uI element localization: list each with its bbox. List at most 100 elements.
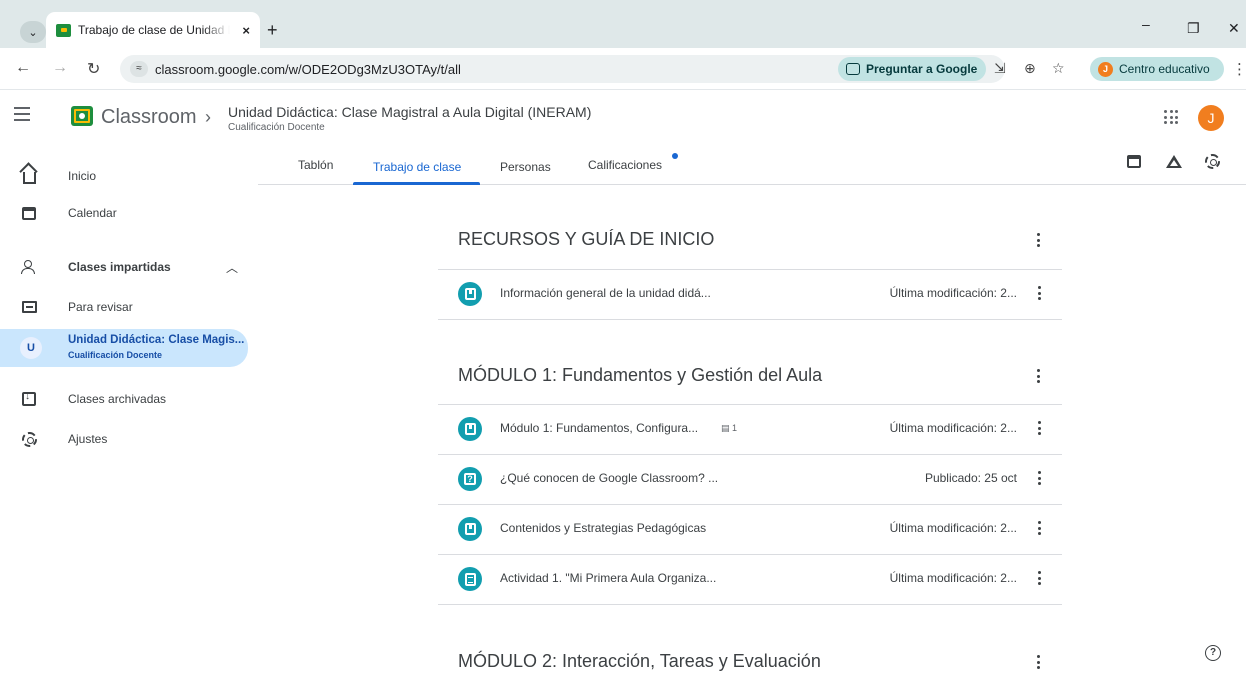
item-meta: Última modificación: 2... — [889, 521, 1017, 535]
ask-google-button[interactable]: Preguntar a Google — [838, 57, 987, 81]
profile-avatar: J — [1098, 61, 1113, 77]
forward-icon[interactable]: → — [52, 59, 68, 77]
sidebar-item-para-revisar[interactable]: Para revisar — [0, 290, 248, 324]
item-title: Actividad 1. "Mi Primera Aula Organiza..… — [500, 571, 717, 585]
question-icon: ? — [458, 467, 482, 491]
tab-personas[interactable]: Personas — [500, 160, 551, 174]
chevron-up-icon[interactable]: ︿ — [226, 259, 238, 276]
topic-more-icon[interactable] — [1037, 655, 1040, 672]
tab-search-icon[interactable]: ⌄ — [20, 21, 46, 43]
comment-count: ▤ 1 — [721, 423, 738, 433]
drive-icon[interactable] — [1166, 155, 1182, 171]
tab-tablon[interactable]: Tablón — [298, 158, 333, 172]
sidebar-item-label: Unidad Didáctica: Clase Magis... — [68, 334, 245, 346]
list-item[interactable]: Información general de la unidad didá...… — [438, 269, 1062, 319]
tab-close-icon[interactable]: × — [242, 23, 250, 38]
list-item[interactable]: ? ¿Qué conocen de Google Classroom? ... … — [438, 454, 1062, 504]
calendar-icon — [21, 205, 37, 221]
item-meta: Publicado: 25 oct — [924, 471, 1017, 485]
list-item[interactable]: Actividad 1. "Mi Primera Aula Organiza..… — [438, 554, 1062, 604]
restore-icon[interactable]: ❐ — [1187, 20, 1200, 37]
archive-icon — [21, 391, 37, 407]
browser-tabbar: ⌄ Trabajo de clase de Unidad Didác × + –… — [0, 0, 1246, 48]
reload-icon[interactable]: ↻ — [87, 59, 100, 79]
sidebar-item-label: Inicio — [68, 169, 97, 183]
google-apps-icon[interactable] — [1164, 110, 1178, 124]
site-info-icon[interactable]: ≈ — [130, 61, 148, 77]
main-menu-icon[interactable] — [14, 107, 30, 121]
browser-profile-chip[interactable]: J Centro educativo — [1090, 57, 1224, 81]
ask-google-label: Preguntar a Google — [866, 62, 978, 76]
sidebar-item-clases-impartidas[interactable]: Clases impartidas ︿ — [0, 250, 248, 284]
item-meta: Última modificación: 2... — [889, 286, 1017, 300]
item-meta: Última modificación: 2... — [889, 421, 1017, 435]
material-icon — [458, 417, 482, 441]
item-more-icon[interactable] — [1038, 471, 1041, 488]
classroom-favicon-icon — [56, 23, 71, 37]
install-app-icon[interactable]: ⇲ — [994, 60, 1006, 77]
zoom-icon[interactable]: ⊕ — [1024, 60, 1036, 77]
topic-title[interactable]: RECURSOS Y GUÍA DE INICIO — [458, 229, 714, 250]
calendar-icon[interactable] — [1127, 155, 1143, 171]
topic-title[interactable]: MÓDULO 2: Interacción, Tareas y Evaluaci… — [458, 651, 821, 672]
window-close-icon[interactable]: ✕ — [1228, 20, 1240, 37]
breadcrumb-chevron-icon: › — [205, 107, 211, 127]
classroom-logo-icon[interactable] — [71, 106, 93, 126]
course-subtitle: Cualificación Docente — [228, 122, 325, 133]
sidebar-item-clases-archivadas[interactable]: Clases archivadas — [0, 382, 248, 416]
folder-icon — [21, 299, 37, 315]
profile-label: Centro educativo — [1119, 62, 1210, 76]
sidebar-item-current-class[interactable]: U Unidad Didáctica: Clase Magis... Cuali… — [0, 329, 248, 367]
list-item[interactable]: Módulo 1: Fundamentos, Configura... ▤ 1 … — [438, 404, 1062, 454]
list-item[interactable]: Contenidos y Estrategias Pedagógicas Últ… — [438, 504, 1062, 554]
item-title: Información general de la unidad didá... — [500, 286, 711, 300]
item-meta: Última modificación: 2... — [889, 571, 1017, 585]
people-icon — [21, 259, 37, 275]
browser-toolbar: ← → ↻ ≈ classroom.google.com/w/ODE2ODg3M… — [0, 48, 1246, 90]
browser-tab[interactable]: Trabajo de clase de Unidad Didác × — [46, 12, 260, 48]
sidebar-item-inicio[interactable]: Inicio — [0, 159, 248, 193]
lens-icon — [846, 63, 860, 75]
assignment-icon — [458, 567, 482, 591]
material-icon — [458, 517, 482, 541]
back-icon[interactable]: ← — [15, 59, 31, 77]
topic-title[interactable]: MÓDULO 1: Fundamentos y Gestión del Aula — [458, 365, 822, 386]
browser-menu-icon[interactable]: ⋮ — [1232, 60, 1246, 78]
divider — [438, 319, 1062, 320]
tab-trabajo-de-clase[interactable]: Trabajo de clase — [373, 160, 461, 174]
topic-more-icon[interactable] — [1037, 369, 1040, 386]
user-avatar[interactable]: J — [1198, 105, 1224, 131]
active-tab-indicator — [353, 182, 480, 185]
tab-calificaciones[interactable]: Calificaciones — [588, 158, 662, 172]
class-avatar: U — [20, 337, 42, 359]
topic-more-icon[interactable] — [1037, 233, 1040, 250]
item-more-icon[interactable] — [1038, 521, 1041, 538]
url-text[interactable]: classroom.google.com/w/ODE2ODg3MzU3OTAy/… — [155, 62, 461, 77]
new-tab-button[interactable]: + — [267, 20, 278, 41]
sidebar-item-label: Clases archivadas — [68, 392, 167, 406]
app-header: Classroom › Unidad Didáctica: Clase Magi… — [0, 90, 1246, 145]
sidebar-item-ajustes[interactable]: Ajustes — [0, 422, 248, 456]
brand-name[interactable]: Classroom — [101, 106, 197, 129]
sidebar-item-label: Ajustes — [68, 432, 108, 446]
gear-icon — [21, 431, 37, 447]
help-icon[interactable]: ? — [1205, 645, 1221, 661]
sidebar-item-sublabel: Cualificación Docente — [68, 350, 163, 360]
item-more-icon[interactable] — [1038, 571, 1041, 588]
item-title: ¿Qué conocen de Google Classroom? ... — [500, 471, 719, 485]
tab-title: Trabajo de clase de Unidad Didác — [78, 23, 230, 37]
notification-dot — [672, 153, 678, 159]
class-settings-gear-icon[interactable] — [1205, 154, 1221, 170]
comment-count-value: 1 — [732, 423, 738, 433]
item-more-icon[interactable] — [1038, 286, 1041, 303]
bookmark-star-icon[interactable]: ☆ — [1052, 60, 1065, 77]
item-title: Contenidos y Estrategias Pedagógicas — [500, 521, 707, 535]
item-more-icon[interactable] — [1038, 421, 1041, 438]
divider — [438, 604, 1062, 605]
sidebar-item-label: Para revisar — [68, 300, 133, 314]
sidebar: Inicio Calendar Clases impartidas ︿ Para… — [0, 145, 258, 679]
minimize-icon[interactable]: – — [1142, 16, 1150, 32]
material-icon — [458, 282, 482, 306]
course-title[interactable]: Unidad Didáctica: Clase Magistral a Aula… — [228, 104, 591, 120]
sidebar-item-calendar[interactable]: Calendar — [0, 196, 248, 230]
